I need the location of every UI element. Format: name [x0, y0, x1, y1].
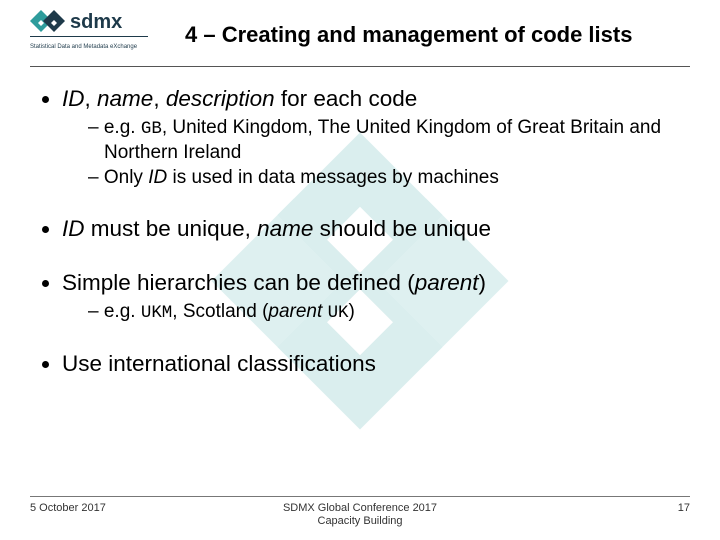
logo-tagline: Statistical Data and Metadata eXchange: [30, 44, 138, 50]
slide-footer: 5 October 2017 SDMX Global Conference 20…: [0, 496, 720, 528]
bullet-item: Simple hierarchies can be defined (paren…: [62, 269, 680, 325]
logo-wordmark: sdmx: [70, 11, 122, 33]
slide-header: sdmx Statistical Data and Metadata eXcha…: [30, 0, 690, 67]
sub-bullet-list: e.g. UKM, Scotland (parent UK): [62, 300, 680, 324]
bullet-item: Use international classifications: [62, 350, 680, 377]
bullet-item: ID must be unique, name should be unique: [62, 215, 680, 242]
sub-bullet-item: e.g. GB, United Kingdom, The United King…: [88, 116, 680, 164]
sub-bullet-item: Only ID is used in data messages by mach…: [88, 166, 680, 189]
sub-bullet-item: e.g. UKM, Scotland (parent UK): [88, 300, 680, 324]
bullet-list: ID, name, description for each codee.g. …: [40, 85, 680, 378]
bullet-item: ID, name, description for each codee.g. …: [62, 85, 680, 189]
sub-bullet-list: e.g. GB, United Kingdom, The United King…: [62, 116, 680, 189]
footer-date: 5 October 2017: [30, 502, 250, 514]
slide-title: 4 – Creating and management of code list…: [185, 22, 632, 48]
slide-content: ID, name, description for each codee.g. …: [40, 85, 680, 378]
footer-center: SDMX Global Conference 2017 Capacity Bui…: [250, 502, 470, 528]
sdmx-logo: sdmx Statistical Data and Metadata eXcha…: [30, 6, 148, 58]
footer-page-number: 17: [470, 502, 690, 514]
